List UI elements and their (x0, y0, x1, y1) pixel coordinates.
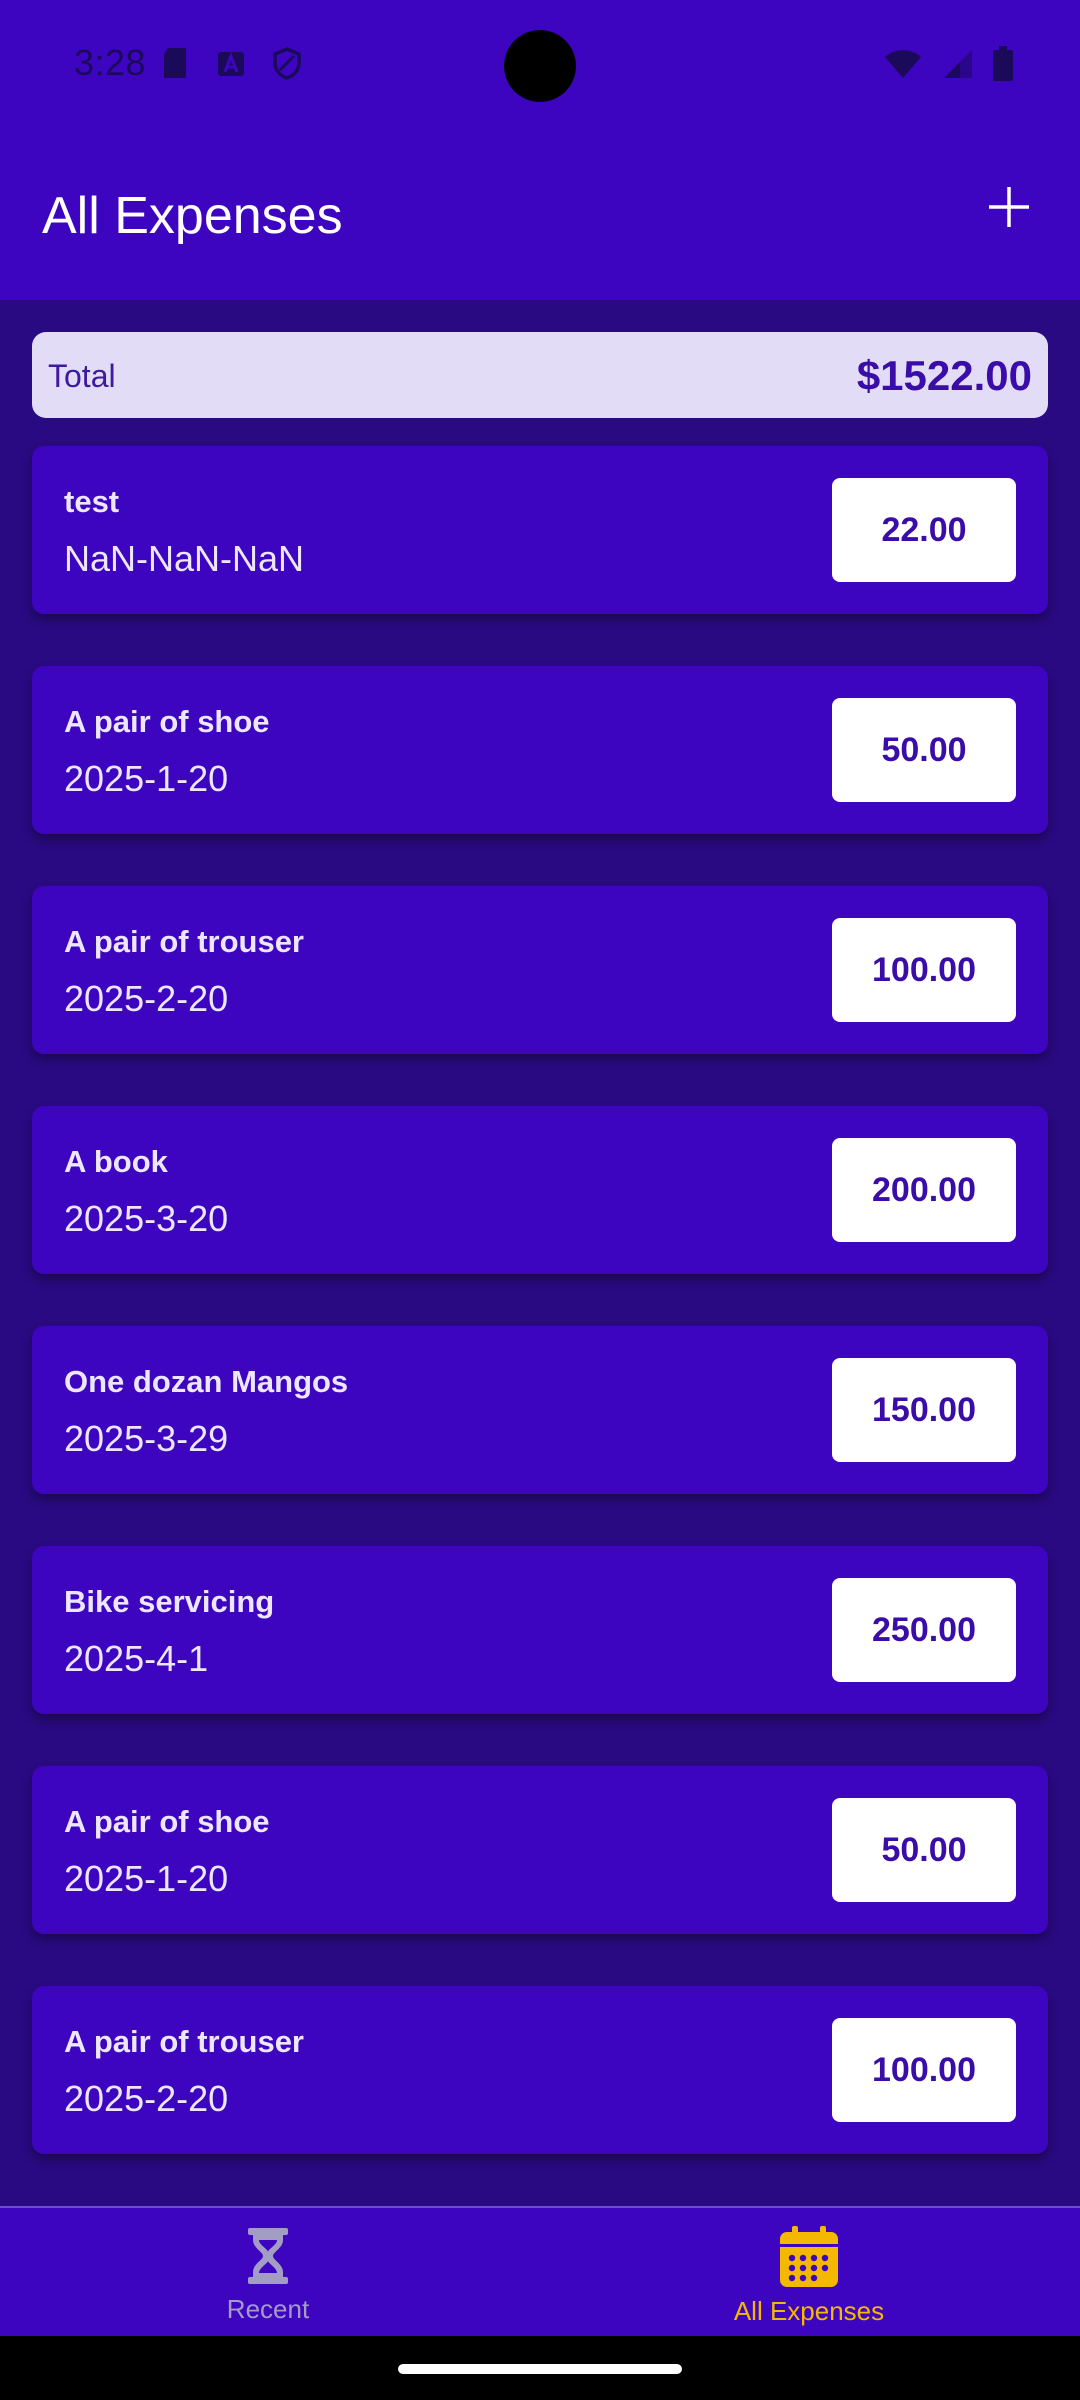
expense-date: 2025-4-1 (64, 1638, 209, 1679)
expense-date: 2025-3-29 (64, 1418, 229, 1459)
expense-amount: 22.00 (832, 478, 1016, 582)
status-icons-left (160, 46, 302, 80)
battery-icon (992, 46, 1014, 87)
signal-icon (940, 48, 974, 85)
expense-amount: 50.00 (832, 698, 1016, 802)
expense-amount: 100.00 (832, 918, 1016, 1022)
expense-amount: 100.00 (832, 2018, 1016, 2122)
nav-tab-all-expenses[interactable]: All Expenses (659, 2226, 959, 2327)
expense-date: 2025-2-20 (64, 978, 229, 1019)
camera-cutout (504, 30, 576, 102)
status-bar: 3:28 (0, 0, 1080, 132)
expense-date: 2025-2-20 (64, 2078, 229, 2119)
expense-item[interactable]: Bike servicing 2025-4-1 250.00 (32, 1546, 1048, 1714)
calendar-icon (780, 2226, 838, 2287)
nav-tab-recent[interactable]: Recent (118, 2226, 418, 2325)
app-bar: All Expenses (0, 132, 1080, 300)
expense-date: 2025-1-20 (64, 758, 229, 799)
expense-item[interactable]: A pair of shoe 2025-1-20 50.00 (32, 1766, 1048, 1934)
expense-date: 2025-1-20 (64, 1858, 229, 1899)
expense-title: A pair of trouser (64, 2024, 304, 2059)
bottom-navigation: Recent All Expenses (0, 2206, 1080, 2338)
status-time: 3:28 (74, 42, 147, 83)
sd-card-icon (160, 46, 190, 80)
total-value: $1522.00 (856, 352, 1032, 399)
expense-item[interactable]: A pair of trouser 2025-2-20 100.00 (32, 886, 1048, 1054)
total-label: Total (48, 358, 116, 394)
wifi-icon (884, 49, 922, 84)
expense-amount: 200.00 (832, 1138, 1016, 1242)
nav-label-recent: Recent (226, 2294, 310, 2324)
shield-icon (272, 46, 302, 80)
status-icons-right (884, 46, 1014, 87)
expense-title: Bike servicing (64, 1584, 275, 1619)
expense-amount: 150.00 (832, 1358, 1016, 1462)
expense-title: One dozan Mangos (64, 1364, 349, 1399)
expense-date: 2025-3-20 (64, 1198, 229, 1239)
expense-title: A pair of trouser (64, 924, 304, 959)
expense-amount: 50.00 (832, 1798, 1016, 1902)
font-a-icon (216, 46, 246, 80)
add-expense-button[interactable] (974, 172, 1044, 242)
gesture-area (0, 2336, 1080, 2400)
home-gesture-bar[interactable] (398, 2364, 682, 2374)
expense-item[interactable]: A pair of shoe 2025-1-20 50.00 (32, 666, 1048, 834)
expense-item[interactable]: test NaN-NaN-NaN 22.00 (32, 446, 1048, 614)
expense-title: test (64, 484, 120, 519)
expense-item[interactable]: A pair of trouser 2025-2-20 100.00 (32, 1986, 1048, 2154)
expense-date: NaN-NaN-NaN (64, 538, 305, 579)
hourglass-icon (248, 2228, 288, 2284)
nav-label-all-expenses: All Expenses (733, 2296, 885, 2326)
expense-title: A pair of shoe (64, 704, 270, 739)
expense-item[interactable]: One dozan Mangos 2025-3-29 150.00 (32, 1326, 1048, 1494)
total-card: Total $1522.00 (32, 332, 1048, 418)
page-title: All Expenses (42, 187, 343, 245)
expense-item[interactable]: A book 2025-3-20 200.00 (32, 1106, 1048, 1274)
expense-list: test NaN-NaN-NaN 22.00 A pair of shoe 20… (32, 446, 1048, 2206)
expense-amount: 250.00 (832, 1578, 1016, 1682)
expense-title: A book (64, 1144, 168, 1179)
plus-icon (989, 187, 1029, 227)
expense-title: A pair of shoe (64, 1804, 270, 1839)
